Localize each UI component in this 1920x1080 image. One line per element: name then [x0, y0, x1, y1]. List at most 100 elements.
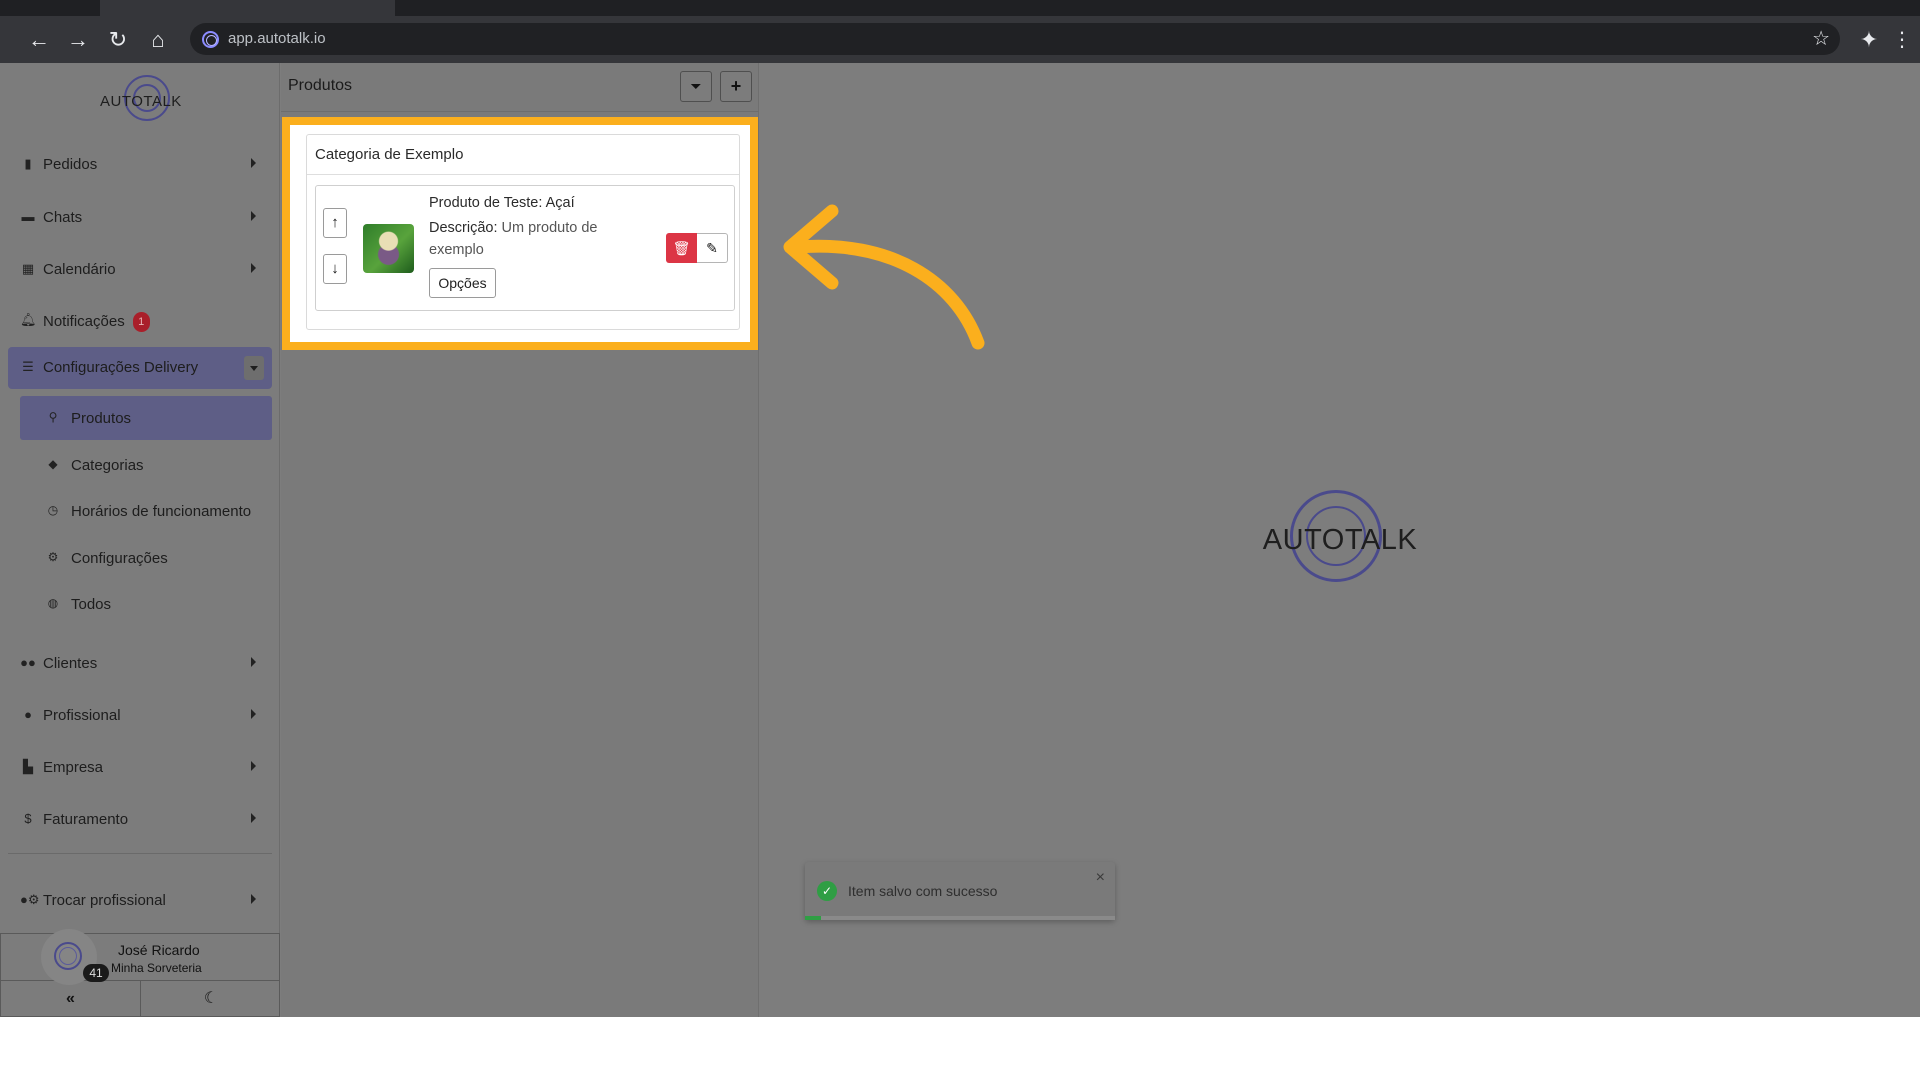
tag-icon: ◆ [48, 457, 58, 471]
sidebar-item-label: Faturamento [43, 811, 129, 828]
caret-right-icon [251, 709, 256, 719]
caret-right-icon [251, 263, 256, 273]
filter-button[interactable]: ⏷ [680, 71, 712, 102]
product-image [363, 224, 414, 273]
move-down-button[interactable]: ↓ [323, 254, 347, 284]
sidebar-item-label: Trocar profissional [43, 892, 166, 909]
sidebar-subitem-label: Produtos [71, 410, 132, 427]
sidebar-logo[interactable]: AUTOTALK [100, 73, 182, 123]
avatar-logo-inner-ring [59, 947, 77, 965]
sidebar-item-clientes[interactable]: ●● Clientes [8, 643, 272, 683]
trash-icon: 🗑︎ [672, 240, 691, 256]
caret-down-icon[interactable] [244, 356, 264, 380]
description-label: Descrição: [429, 220, 498, 236]
reload-icon[interactable]: ↻ [104, 26, 132, 54]
sidebar-item-trocar-profissional[interactable]: ●⚙ Trocar profissional [8, 880, 272, 920]
category-title: Categoria de Exemplo [307, 135, 739, 175]
sidebar: AUTOTALK ▮ Pedidos ▬ Chats ▦ Calendário … [0, 63, 280, 1017]
sidebar-subitem-produtos[interactable]: ⚲ Produtos [20, 396, 272, 440]
user-profile-box[interactable]: 41 José Ricardo Minha Sorveteria [0, 929, 280, 985]
close-icon[interactable]: × [1096, 869, 1105, 887]
highlight-frame: Categoria de Exemplo ↑ ↓ Produto de Test… [282, 117, 758, 350]
ice-cream-icon: ⚲ [48, 410, 58, 424]
page-title: Produtos [288, 77, 353, 94]
check-circle-icon: ✓ [817, 881, 837, 901]
sidebar-subitem-configuracoes[interactable]: ⚙ Configurações [20, 536, 272, 580]
users-icon: ●● [20, 655, 36, 670]
user-tie-icon: ● [24, 707, 32, 722]
annotation-arrow-shaft [791, 239, 985, 350]
browser-menu-icon[interactable]: ⋮ [1888, 26, 1916, 54]
add-product-button[interactable]: + [720, 71, 752, 102]
caret-right-icon [251, 211, 256, 221]
user-name: José Ricardo [118, 942, 200, 958]
caret-right-icon [251, 761, 256, 771]
sidebar-item-label: Notificações 1 [43, 312, 150, 332]
theme-toggle-moon-icon[interactable]: ☾ [141, 981, 281, 1016]
sidebar-item-empresa[interactable]: ▙ Empresa [8, 747, 272, 787]
category-card: Categoria de Exemplo ↑ ↓ Produto de Test… [306, 134, 740, 330]
site-favicon-icon [202, 31, 219, 48]
home-icon[interactable]: ⌂ [144, 26, 172, 54]
caret-right-icon [251, 158, 256, 168]
sidebar-divider [8, 853, 272, 854]
main-logo: AUTOTALK [1250, 487, 1430, 597]
options-button[interactable]: Opções [429, 268, 496, 298]
bell-icon: 🔔︎ [20, 312, 37, 327]
sidebar-item-chats[interactable]: ▬ Chats [8, 197, 272, 237]
user-company: Minha Sorveteria [111, 961, 202, 975]
browser-toolbar: ← → ↻ ⌂ app.autotalk.io ☆ ✦ ⋮ [0, 16, 1920, 63]
product-name: Produto de Teste: Açaí [429, 195, 575, 211]
extensions-icon[interactable]: ✦ [1855, 26, 1883, 54]
sidebar-subitem-label: Categorias [71, 457, 144, 474]
toast-progress-track [805, 916, 1115, 920]
sidebar-item-label: Pedidos [43, 156, 98, 173]
notification-badge: 1 [132, 312, 150, 332]
caret-right-icon [251, 657, 256, 667]
sidebar-item-pedidos[interactable]: ▮ Pedidos [8, 144, 272, 184]
calendar-icon: ▦ [21, 261, 35, 276]
toast-progress-fill [805, 916, 821, 920]
globe-icon: ◍ [47, 596, 59, 610]
sidebar-item-label: Clientes [43, 655, 98, 672]
browser-tab-strip [0, 0, 1920, 16]
products-header: Produtos ⏷ + [281, 63, 759, 112]
product-item: ↑ ↓ Produto de Teste: Açaí Descrição: Um… [315, 185, 735, 311]
clock-icon: ◷ [47, 503, 59, 517]
sidebar-subitem-label: Configurações [71, 550, 168, 567]
sidebar-item-label: Chats [43, 209, 83, 226]
clipboard-icon: ▮ [24, 156, 32, 171]
dollar-icon: $ [24, 811, 32, 826]
sidebar-subitem-todos[interactable]: ◍ Todos [20, 582, 272, 626]
toast-message: Item salvo com sucesso [848, 883, 998, 899]
chat-icon: ▬ [21, 209, 35, 224]
toast-notification: ✓ Item salvo com sucesso × [805, 862, 1115, 920]
forward-arrow-icon[interactable]: → [64, 26, 92, 54]
pencil-icon: ✎ [706, 240, 718, 256]
edit-button[interactable]: ✎ [697, 233, 728, 263]
sidebar-subitem-categorias[interactable]: ◆ Categorias [20, 443, 272, 487]
sidebar-item-configuracoes-delivery[interactable]: ☰ Configurações Delivery [8, 347, 272, 389]
sidebar-item-profissional[interactable]: ● Profissional [8, 695, 272, 735]
sidebar-item-calendario[interactable]: ▦ Calendário [8, 249, 272, 289]
screen: ← → ↻ ⌂ app.autotalk.io ☆ ✦ ⋮ AUTOTALK ▮… [0, 0, 1920, 1017]
collapse-sidebar-button[interactable]: « [1, 981, 141, 1016]
product-description: Descrição: Um produto de exemplo [429, 217, 634, 261]
move-up-button[interactable]: ↑ [323, 208, 347, 238]
back-arrow-icon[interactable]: ← [25, 26, 53, 54]
sidebar-subitem-horarios[interactable]: ◷ Horários de funcionamento [20, 489, 272, 533]
building-icon: ▙ [23, 759, 33, 774]
caret-right-icon [251, 813, 256, 823]
caret-right-icon [251, 894, 256, 904]
sidebar-item-label: Calendário [43, 261, 116, 278]
address-bar[interactable]: app.autotalk.io ☆ [190, 23, 1840, 55]
delete-button[interactable]: 🗑︎ [666, 233, 697, 263]
browser-tab[interactable] [100, 0, 395, 16]
logo-text: AUTOTALK [100, 93, 182, 110]
url-text: app.autotalk.io [228, 30, 326, 47]
sidebar-item-faturamento[interactable]: $ Faturamento [8, 799, 272, 839]
sidebar-item-label: Configurações Delivery [43, 359, 199, 376]
bookmark-star-icon[interactable]: ☆ [1812, 23, 1830, 55]
sidebar-item-label: Profissional [43, 707, 121, 724]
sidebar-item-notificacoes[interactable]: 🔔︎ Notificações 1 [8, 300, 272, 340]
